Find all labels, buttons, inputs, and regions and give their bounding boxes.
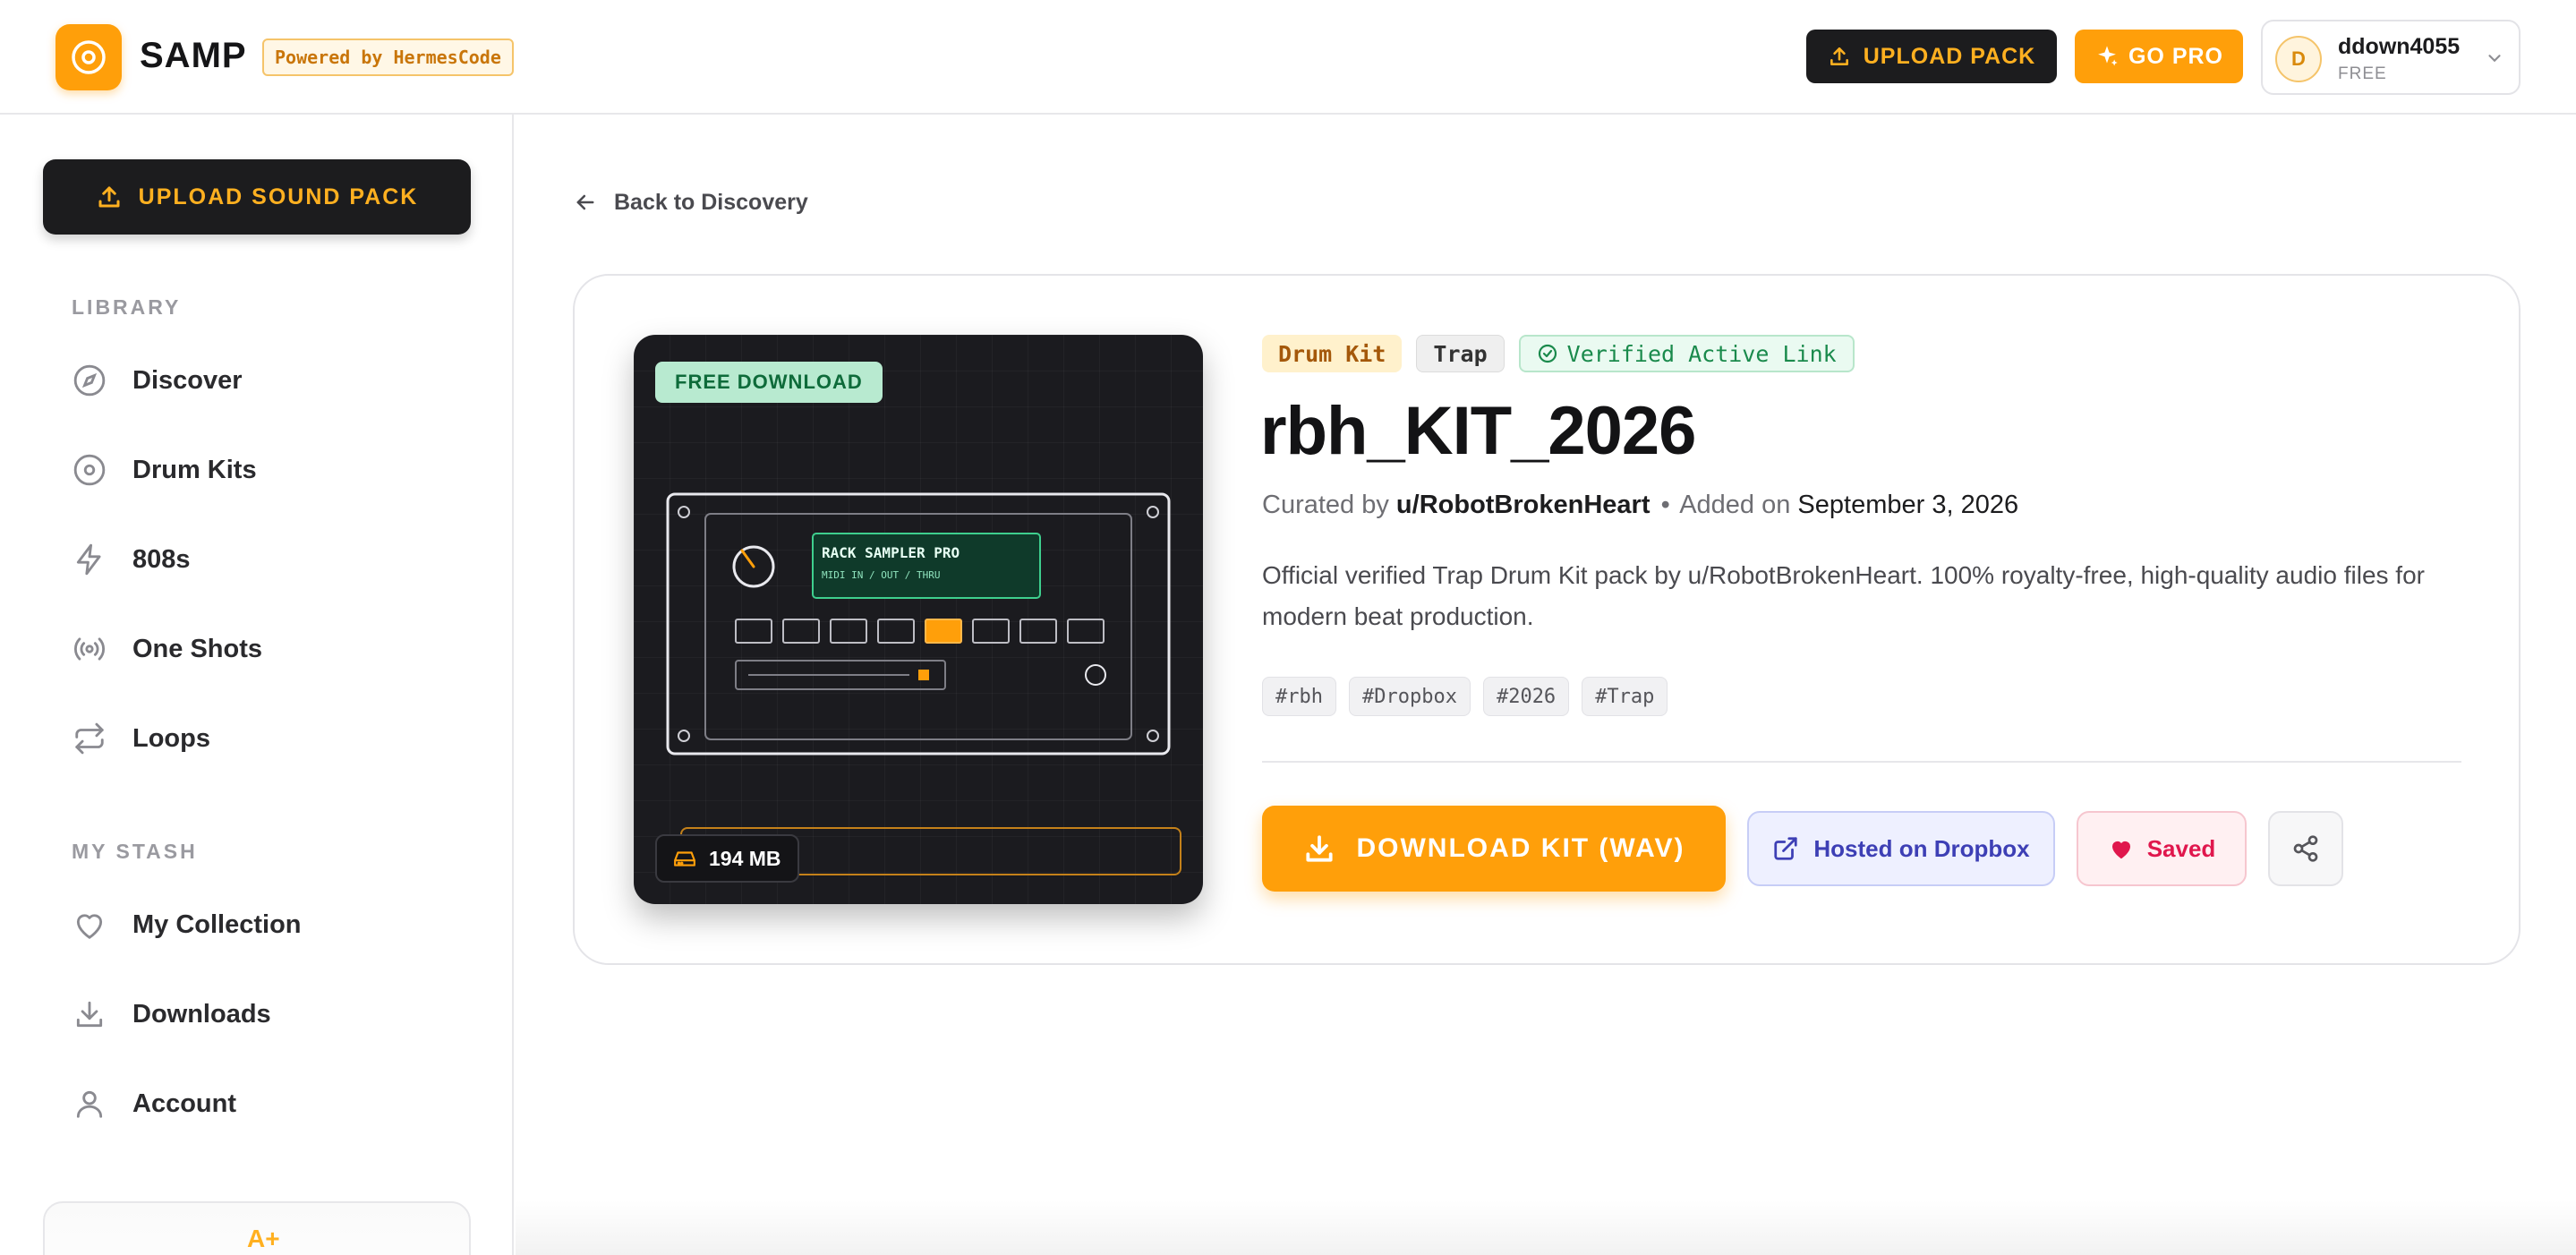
user-plan: FREE	[2338, 64, 2387, 83]
sidebar-item-label: Downloads	[132, 999, 271, 1029]
sidebar-item-label: 808s	[132, 544, 191, 574]
hashtag[interactable]: #2026	[1482, 677, 1570, 716]
sidebar-item-one-shots[interactable]: One Shots	[43, 613, 471, 685]
back-to-discovery-link[interactable]: Back to Discovery	[573, 186, 808, 218]
rack-sampler-illustration	[666, 492, 1171, 756]
hashtag[interactable]: #rbh	[1262, 677, 1336, 716]
heart-filled-icon	[2111, 841, 2130, 859]
arrow-left-icon	[576, 194, 594, 210]
user-name: ddown4055	[2338, 34, 2461, 59]
library-heading: LIBRARY	[72, 295, 182, 319]
pack-tags: Drum Kit Trap Verified Active Link	[1262, 335, 1855, 372]
sparkle-icon	[2098, 46, 2118, 66]
upload-pack-button[interactable]: UPLOAD PACK	[1806, 30, 2057, 83]
share-icon	[2293, 835, 2318, 862]
sidebar-item-808s[interactable]: 808s	[43, 524, 471, 595]
hosted-label: Hosted on Dropbox	[1813, 834, 2030, 862]
my-stash-heading: MY STASH	[72, 840, 198, 863]
hashtag-list: #rbh #Dropbox #2026 #Trap	[1262, 677, 1668, 716]
sidebar-item-my-collection[interactable]: My Collection	[43, 889, 471, 960]
saved-button[interactable]: Saved	[2077, 811, 2247, 886]
sidebar-item-discover[interactable]: Discover	[43, 345, 471, 416]
sidebar-item-account[interactable]: Account	[43, 1068, 471, 1140]
user-menu[interactable]: D ddown4055 FREE	[2261, 20, 2521, 95]
saved-label: Saved	[2146, 834, 2216, 862]
hosted-on-dropbox-button[interactable]: Hosted on Dropbox	[1747, 811, 2055, 886]
sidebar-item-drum-kits[interactable]: Drum Kits	[43, 434, 471, 506]
pack-byline: Curated by u/RobotBrokenHeart • Added on…	[1262, 491, 2018, 520]
sidebar-item-label: Account	[132, 1089, 236, 1118]
sidebar: UPLOAD SOUND PACK LIBRARY Discover Drum …	[0, 115, 514, 1255]
rack-title: RACK SAMPLER PRO	[822, 544, 960, 561]
download-icon	[1306, 835, 1334, 862]
compass-icon	[43, 363, 132, 397]
curated-prefix: Curated by	[1262, 491, 1389, 519]
free-download-badge: FREE DOWNLOAD	[655, 362, 883, 403]
download-kit-button[interactable]: DOWNLOAD KIT (WAV)	[1262, 806, 1726, 892]
broadcast-icon	[43, 632, 132, 666]
verified-link-badge: Verified Active Link	[1518, 335, 1855, 372]
user-icon	[43, 1087, 132, 1121]
upload-sound-pack-label: UPLOAD SOUND PACK	[138, 184, 419, 209]
external-link-icon	[1774, 837, 1798, 860]
sidebar-item-loops[interactable]: Loops	[43, 703, 471, 774]
file-size-label: 194 MB	[709, 846, 781, 870]
style-tag[interactable]: Trap	[1416, 335, 1505, 372]
upload-icon	[1830, 47, 1848, 65]
added-prefix: Added on	[1679, 491, 1791, 519]
curator-link[interactable]: u/RobotBrokenHeart	[1396, 491, 1651, 519]
sidebar-item-downloads[interactable]: Downloads	[43, 978, 471, 1050]
repeat-icon	[43, 721, 132, 756]
hashtag[interactable]: #Trap	[1582, 677, 1668, 716]
avatar: D	[2275, 36, 2322, 82]
verified-label: Verified Active Link	[1566, 340, 1837, 367]
disc-icon	[43, 453, 132, 487]
check-circle-icon	[1538, 344, 1557, 363]
lightning-icon	[43, 542, 132, 576]
pack-cover-art: FREE DOWNLOAD RACK SAMPLER PRO MIDI IN /…	[634, 335, 1203, 904]
brand-name: SAMP	[140, 36, 247, 75]
chevron-down-icon	[2488, 55, 2501, 63]
sidebar-item-label: Drum Kits	[132, 455, 257, 484]
back-label: Back to Discovery	[614, 189, 808, 215]
go-pro-button[interactable]: GO PRO	[2075, 30, 2243, 83]
promo-card[interactable]: A+	[43, 1201, 471, 1255]
scroll-shadow	[516, 1200, 2576, 1255]
hashtag[interactable]: #Dropbox	[1348, 677, 1471, 716]
pack-description: Official verified Trap Drum Kit pack by …	[1262, 561, 2425, 630]
upload-sound-pack-button[interactable]: UPLOAD SOUND PACK	[43, 159, 471, 235]
download-icon	[43, 997, 132, 1031]
pack-title: rbh_KIT_2026	[1260, 393, 1696, 469]
genre-tag[interactable]: Drum Kit	[1262, 335, 1403, 372]
logo-icon[interactable]	[55, 24, 122, 90]
go-pro-label: GO PRO	[2128, 43, 2223, 69]
byline-separator: •	[1660, 491, 1670, 519]
sidebar-item-label: Discover	[132, 365, 243, 395]
sidebar-item-label: My Collection	[132, 909, 302, 939]
pro-star-icon: A+	[247, 1225, 280, 1252]
sidebar-item-label: Loops	[132, 723, 210, 753]
divider	[1262, 761, 2461, 763]
file-size-badge: 194 MB	[655, 834, 799, 883]
top-header: SAMP Powered by HermesCode UPLOAD PACK G…	[0, 0, 2576, 115]
rack-subtitle: MIDI IN / OUT / THRU	[822, 569, 941, 581]
upload-pack-label: UPLOAD PACK	[1863, 43, 2036, 69]
download-kit-label: DOWNLOAD KIT (WAV)	[1356, 833, 1685, 863]
powered-by-badge: Powered by HermesCode	[262, 38, 514, 76]
hard-drive-icon	[674, 851, 695, 867]
added-date: September 3, 2026	[1797, 491, 2019, 519]
sidebar-item-label: One Shots	[132, 634, 263, 663]
upload-icon	[98, 186, 120, 208]
share-button[interactable]	[2268, 811, 2343, 886]
heart-icon	[43, 908, 132, 942]
